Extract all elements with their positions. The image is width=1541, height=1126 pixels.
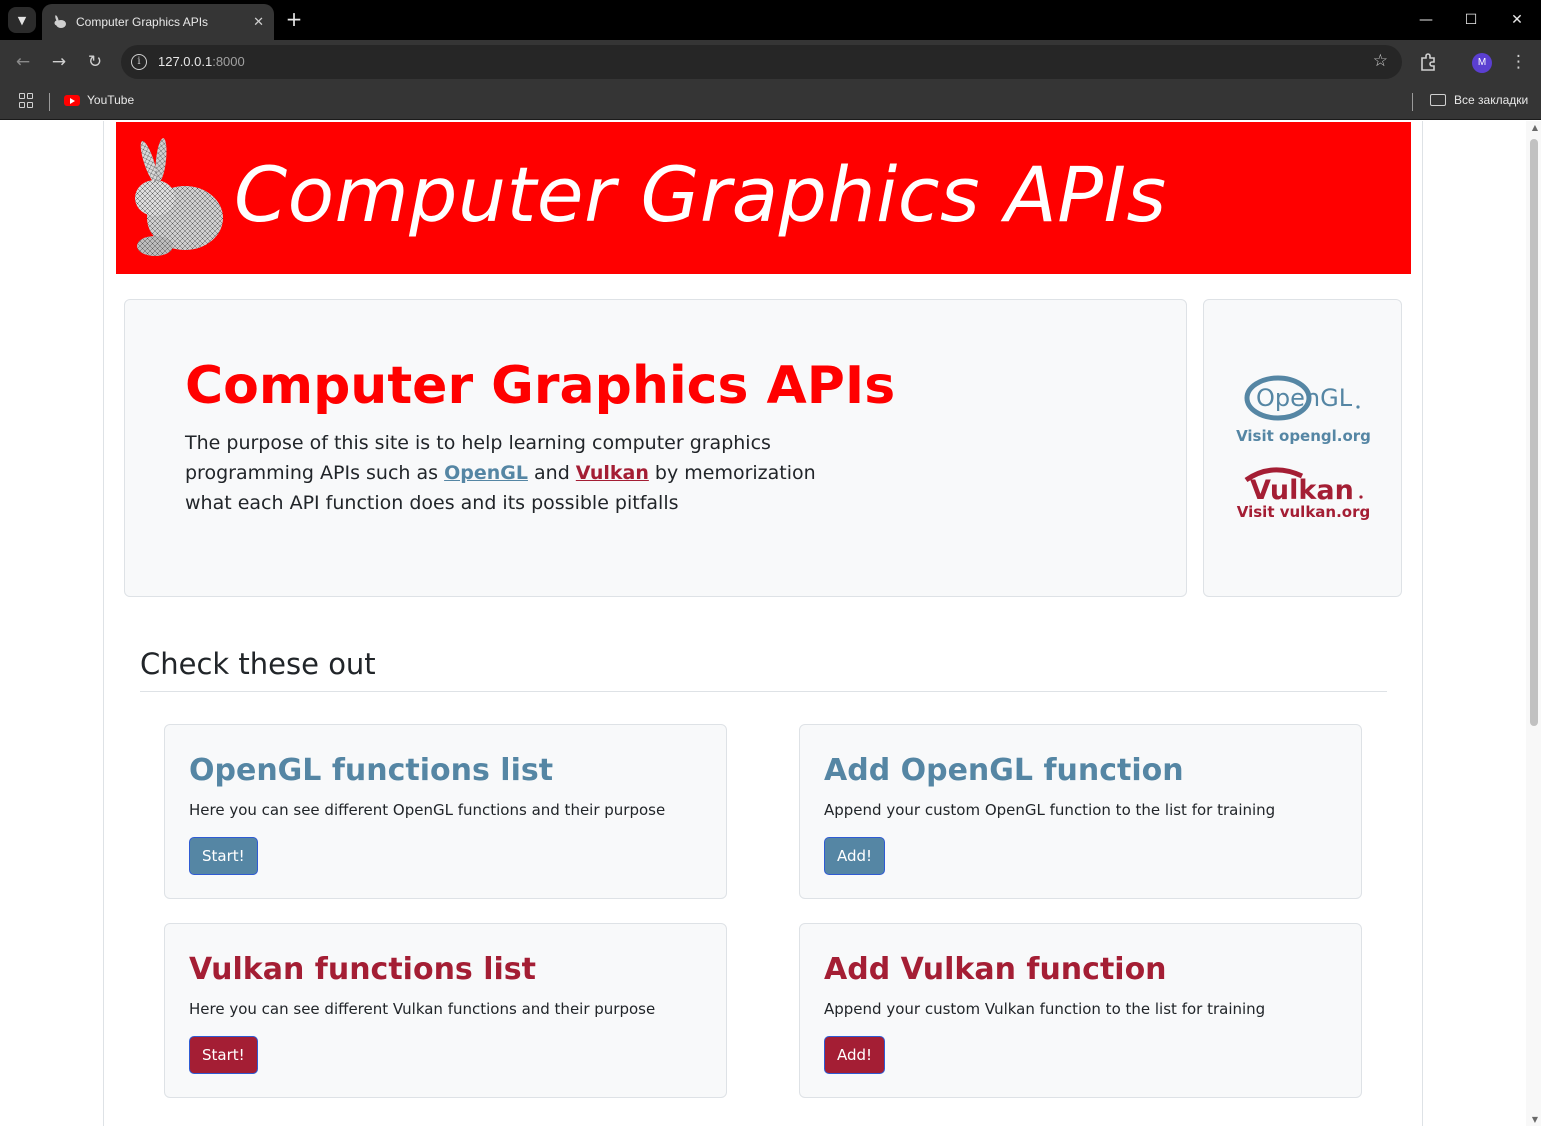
card-title: Add OpenGL function: [824, 753, 1184, 788]
page-viewport: Computer Graphics APIs Computer Graphics…: [0, 121, 1541, 1126]
maximize-icon[interactable]: ☐: [1458, 8, 1484, 32]
card-title: Vulkan functions list: [189, 952, 536, 987]
card-opengl-list: OpenGL functions list Here you can see d…: [164, 724, 727, 899]
bookmarks-bar: YouTube Все закладки: [0, 84, 1541, 120]
close-window-icon[interactable]: ✕: [1504, 8, 1530, 32]
svg-text:OpenGL: OpenGL: [1256, 384, 1353, 412]
hero-jumbotron: Computer Graphics APIs The purpose of th…: [124, 299, 1187, 597]
visit-vulkan-link[interactable]: Visit vulkan.org: [1204, 503, 1403, 521]
page-scrollbar[interactable]: ▲ ▼: [1526, 121, 1541, 1126]
bookmarks-separator: [49, 93, 50, 111]
vulkan-add-button[interactable]: Add!: [824, 1036, 886, 1074]
new-tab-icon[interactable]: +: [283, 8, 305, 30]
tab-title: Computer Graphics APIs: [76, 15, 209, 29]
folder-icon: [1430, 94, 1446, 106]
bunny-favicon-icon: [52, 14, 68, 30]
page-container: Computer Graphics APIs Computer Graphics…: [103, 121, 1423, 1126]
tab-search-button[interactable]: ▼: [8, 7, 36, 33]
card-text: Here you can see different OpenGL functi…: [189, 801, 666, 819]
api-links-box: OpenGL Visit opengl.org Vulkan Visit vul…: [1203, 299, 1402, 597]
hero-description: The purpose of this site is to help lear…: [185, 432, 816, 514]
extensions-puzzle-icon[interactable]: [1418, 52, 1438, 72]
vulkan-logo[interactable]: Vulkan: [1242, 466, 1364, 504]
opengl-add-button[interactable]: Add!: [824, 837, 886, 875]
apps-grid-icon[interactable]: [19, 93, 35, 109]
site-info-icon[interactable]: i: [131, 54, 147, 70]
all-bookmarks-label: Все закладки: [1454, 93, 1529, 107]
card-vulkan-list: Vulkan functions list Here you can see d…: [164, 923, 727, 1098]
bookmark-star-icon[interactable]: ☆: [1373, 51, 1388, 71]
browser-tab-active[interactable]: Computer Graphics APIs ✕: [42, 4, 274, 40]
bookmark-label: YouTube: [87, 93, 135, 107]
close-tab-icon[interactable]: ✕: [253, 15, 264, 30]
profile-avatar[interactable]: M: [1472, 53, 1492, 73]
address-url[interactable]: 127.0.0.1:8000: [158, 54, 245, 69]
site-banner: Computer Graphics APIs: [116, 122, 1411, 274]
scroll-down-icon[interactable]: ▼: [1532, 1115, 1538, 1124]
vulkan-start-button[interactable]: Start!: [189, 1036, 258, 1074]
youtube-icon: [64, 94, 80, 106]
bookmark-youtube[interactable]: YouTube: [64, 93, 134, 107]
bunny-wireframe-icon: [135, 138, 223, 256]
browser-tab-strip: ▼ Computer Graphics APIs ✕ + — ☐ ✕: [0, 0, 1541, 40]
card-title: Add Vulkan function: [824, 952, 1167, 987]
card-title: OpenGL functions list: [189, 753, 554, 788]
card-text: Append your custom Vulkan function to th…: [824, 1000, 1266, 1018]
opengl-link[interactable]: OpenGL: [444, 462, 528, 484]
opengl-logo[interactable]: OpenGL: [1244, 374, 1362, 422]
opengl-start-button[interactable]: Start!: [189, 837, 258, 875]
section-divider: [140, 691, 1387, 692]
section-title: Check these out: [140, 647, 376, 681]
vulkan-link[interactable]: Vulkan: [576, 462, 649, 484]
kebab-menu-icon[interactable]: ⋮: [1510, 51, 1527, 73]
all-bookmarks-button[interactable]: Все закладки: [1430, 93, 1528, 107]
back-arrow-icon[interactable]: ←: [11, 50, 35, 74]
reload-icon[interactable]: ↻: [83, 50, 107, 74]
banner-title: Computer Graphics APIs: [234, 150, 1167, 239]
browser-toolbar: ← → ↻ i 127.0.0.1:8000 ☆ M ⋮: [0, 40, 1541, 84]
visit-opengl-link[interactable]: Visit opengl.org: [1204, 427, 1403, 445]
card-text: Append your custom OpenGL function to th…: [824, 801, 1276, 819]
scroll-up-icon[interactable]: ▲: [1532, 123, 1538, 132]
minimize-icon[interactable]: —: [1413, 8, 1439, 32]
hero-title: Computer Graphics APIs: [185, 356, 896, 416]
bookmarks-separator: [1412, 93, 1413, 111]
card-add-opengl: Add OpenGL function Append your custom O…: [799, 724, 1362, 899]
card-text: Here you can see different Vulkan functi…: [189, 1000, 656, 1018]
address-bar[interactable]: i 127.0.0.1:8000 ☆: [121, 45, 1402, 79]
scrollbar-thumb[interactable]: [1530, 139, 1538, 726]
forward-arrow-icon[interactable]: →: [47, 50, 71, 74]
card-add-vulkan: Add Vulkan function Append your custom V…: [799, 923, 1362, 1098]
svg-text:Vulkan: Vulkan: [1250, 475, 1354, 504]
chevron-down-icon: ▼: [17, 13, 27, 27]
